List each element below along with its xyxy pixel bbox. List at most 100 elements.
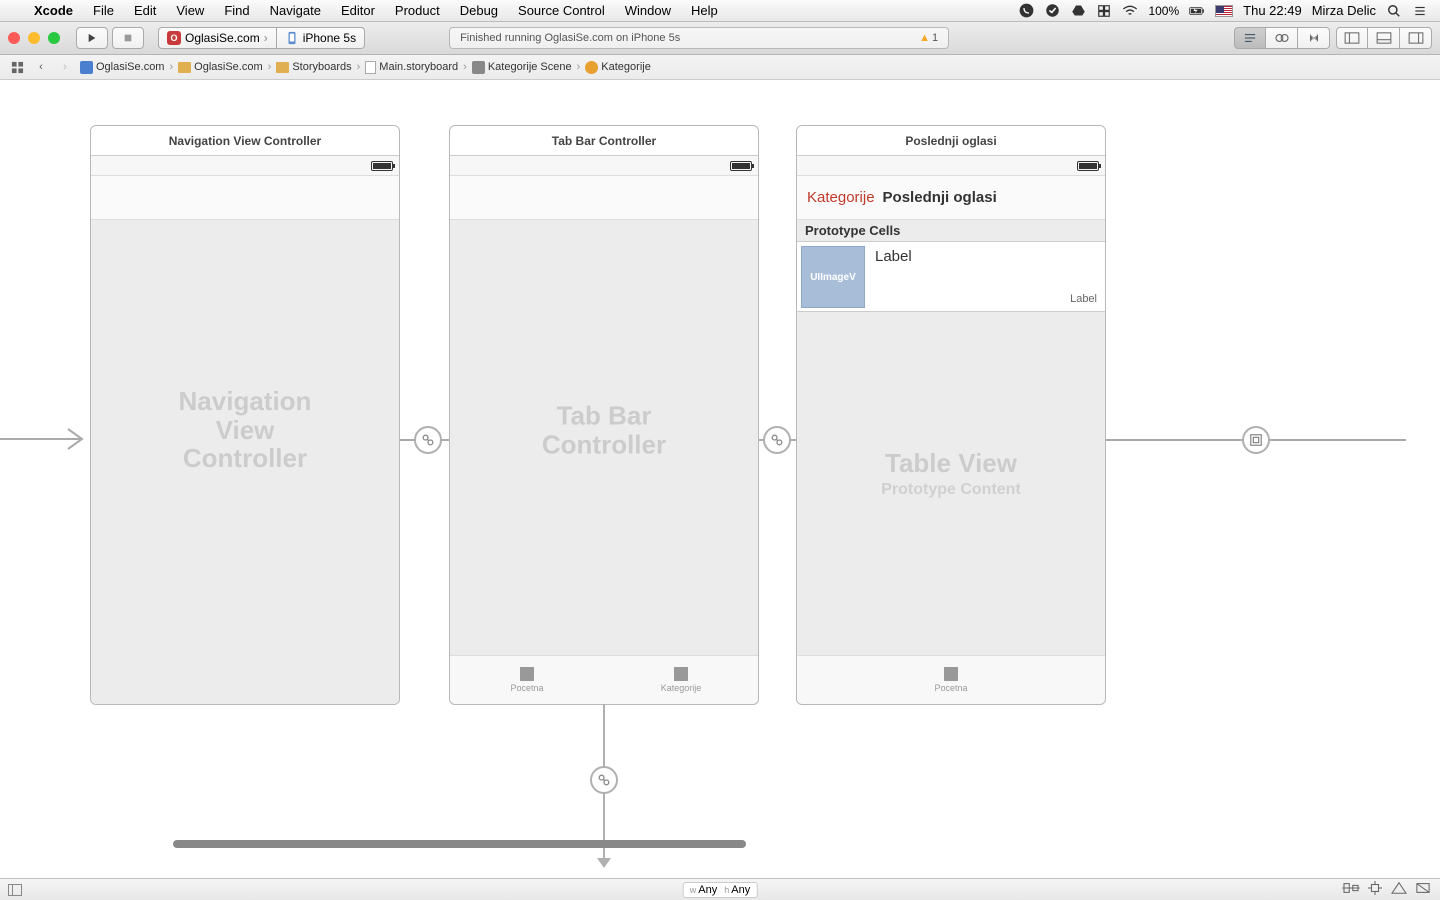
jumpbar-group[interactable]: OglasiSe.com (176, 61, 264, 73)
segue-relationship-down[interactable] (590, 766, 618, 794)
menu-find[interactable]: Find (214, 3, 259, 18)
resolve-issues-button[interactable] (1390, 881, 1408, 898)
size-class-control[interactable]: wAny hAny (683, 882, 758, 898)
version-editor-button[interactable] (1298, 27, 1330, 49)
standard-editor-button[interactable] (1234, 27, 1266, 49)
segue-arrowhead (597, 858, 611, 868)
back-button[interactable]: ‹ (30, 58, 52, 76)
scheme-app-icon: O (167, 31, 181, 45)
toggle-debug-area-button[interactable] (1368, 27, 1400, 49)
menu-edit[interactable]: Edit (124, 3, 166, 18)
cell-imageview: UIImageV (801, 246, 865, 308)
segue-embed[interactable] (1242, 426, 1270, 454)
xcode-toolbar: O OglasiSe.com › iPhone 5s Finished runn… (0, 22, 1440, 55)
tab-icon (520, 667, 534, 681)
project-icon (80, 61, 93, 74)
device-icon (285, 31, 299, 45)
zoom-window-button[interactable] (48, 32, 60, 44)
jumpbar-scene[interactable]: Kategorije Scene (470, 61, 574, 74)
folder-icon (276, 62, 289, 73)
wifi-icon[interactable] (1122, 3, 1138, 19)
jumpbar-project[interactable]: OglasiSe.com (78, 61, 166, 74)
menu-debug[interactable]: Debug (450, 3, 508, 18)
cell-detail-label: Label (1070, 293, 1097, 305)
jumpbar-storyboards[interactable]: Storyboards (274, 61, 353, 73)
tab-icon (674, 667, 688, 681)
sync-icon[interactable] (1096, 3, 1112, 19)
scheme-selector[interactable]: O OglasiSe.com › iPhone 5s (158, 27, 365, 49)
storyboard-file-icon (365, 61, 376, 74)
battery-icon (730, 161, 752, 171)
menu-help[interactable]: Help (681, 3, 728, 18)
jumpbar-file[interactable]: Main.storyboard (363, 61, 460, 74)
menu-source-control[interactable]: Source Control (508, 3, 615, 18)
spotlight-icon[interactable] (1386, 3, 1402, 19)
scene-title: Navigation View Controller (91, 126, 399, 156)
notification-center-icon[interactable] (1412, 3, 1428, 19)
warning-indicator[interactable]: ▲ 1 (919, 32, 938, 44)
battery-icon (1189, 3, 1205, 19)
battery-icon (1077, 161, 1099, 171)
activity-viewer: Finished running OglasiSe.com on iPhone … (449, 27, 949, 49)
jumpbar-object[interactable]: Kategorije (583, 61, 653, 74)
storyboard-canvas[interactable]: Navigation View Controller Navigation Vi… (0, 80, 1440, 878)
resizing-button[interactable] (1414, 881, 1432, 898)
pin-button[interactable] (1366, 881, 1384, 898)
warning-count: 1 (932, 32, 938, 44)
menu-file[interactable]: File (83, 3, 124, 18)
menu-navigate[interactable]: Navigate (260, 3, 331, 18)
menu-window[interactable]: Window (615, 3, 681, 18)
battery-percent: 100% (1148, 4, 1179, 18)
tab-item-kategorije: Kategorije (604, 656, 758, 704)
align-button[interactable] (1342, 881, 1360, 898)
input-flag-icon[interactable] (1215, 5, 1233, 17)
segue-root[interactable] (414, 426, 442, 454)
scene-navigation-controller[interactable]: Navigation View Controller Navigation Vi… (90, 125, 400, 705)
horizontal-scrollbar[interactable] (173, 840, 746, 848)
scene-tab-bar-controller[interactable]: Tab Bar Controller Tab Bar Controller Po… (449, 125, 759, 705)
minimize-window-button[interactable] (28, 32, 40, 44)
menu-product[interactable]: Product (385, 3, 450, 18)
initial-controller-arrow (0, 424, 90, 454)
drive-icon[interactable] (1070, 3, 1086, 19)
menu-editor[interactable]: Editor (331, 3, 385, 18)
toggle-utilities-button[interactable] (1400, 27, 1432, 49)
sim-status-bar (797, 156, 1105, 176)
scene-placeholder-text: Tab Bar Controller (527, 401, 681, 458)
app-menu[interactable]: Xcode (24, 3, 83, 18)
stop-button[interactable] (112, 27, 144, 49)
document-outline-toggle[interactable] (8, 884, 22, 896)
menubar-clock[interactable]: Thu 22:49 (1243, 3, 1302, 18)
menubar-user[interactable]: Mirza Delic (1312, 3, 1376, 18)
close-window-button[interactable] (8, 32, 20, 44)
sim-nav-bar: Kategorije Poslednji oglasi (797, 176, 1105, 220)
viber-icon[interactable] (1018, 3, 1034, 19)
window-controls (8, 32, 60, 44)
scene-placeholder-text: Navigation View Controller (168, 387, 322, 473)
tab-item-pocetna: Pocetna (797, 656, 1105, 704)
sim-tab-bar: Pocetna (797, 655, 1105, 704)
battery-icon (371, 161, 393, 171)
scene-icon (472, 61, 485, 74)
scene-table-view[interactable]: Poslednji oglasi Kategorije Poslednji og… (796, 125, 1106, 705)
toggle-navigator-button[interactable] (1336, 27, 1368, 49)
sim-nav-bar (450, 176, 758, 220)
status-icon[interactable] (1044, 3, 1060, 19)
tab-icon (944, 667, 958, 681)
sim-tab-bar: Pocetna Kategorije (450, 655, 758, 704)
sim-status-bar (91, 156, 399, 176)
menu-view[interactable]: View (166, 3, 214, 18)
run-button[interactable] (76, 27, 108, 49)
segue-relationship[interactable] (763, 426, 791, 454)
jump-bar: ‹ › OglasiSe.com › OglasiSe.com › Storyb… (0, 55, 1440, 80)
table-placeholder: Table View Prototype Content (881, 449, 1021, 499)
sim-nav-bar (91, 176, 399, 220)
macos-menubar: Xcode File Edit View Find Navigate Edito… (0, 0, 1440, 22)
related-items-button[interactable] (6, 58, 28, 76)
assistant-editor-button[interactable] (1266, 27, 1298, 49)
forward-button[interactable]: › (54, 58, 76, 76)
prototype-cell[interactable]: UIImageV Label Label (797, 242, 1105, 312)
scheme-device-label: iPhone 5s (303, 31, 356, 45)
sim-status-bar (450, 156, 758, 176)
nav-back-button[interactable]: Kategorije (807, 189, 875, 206)
